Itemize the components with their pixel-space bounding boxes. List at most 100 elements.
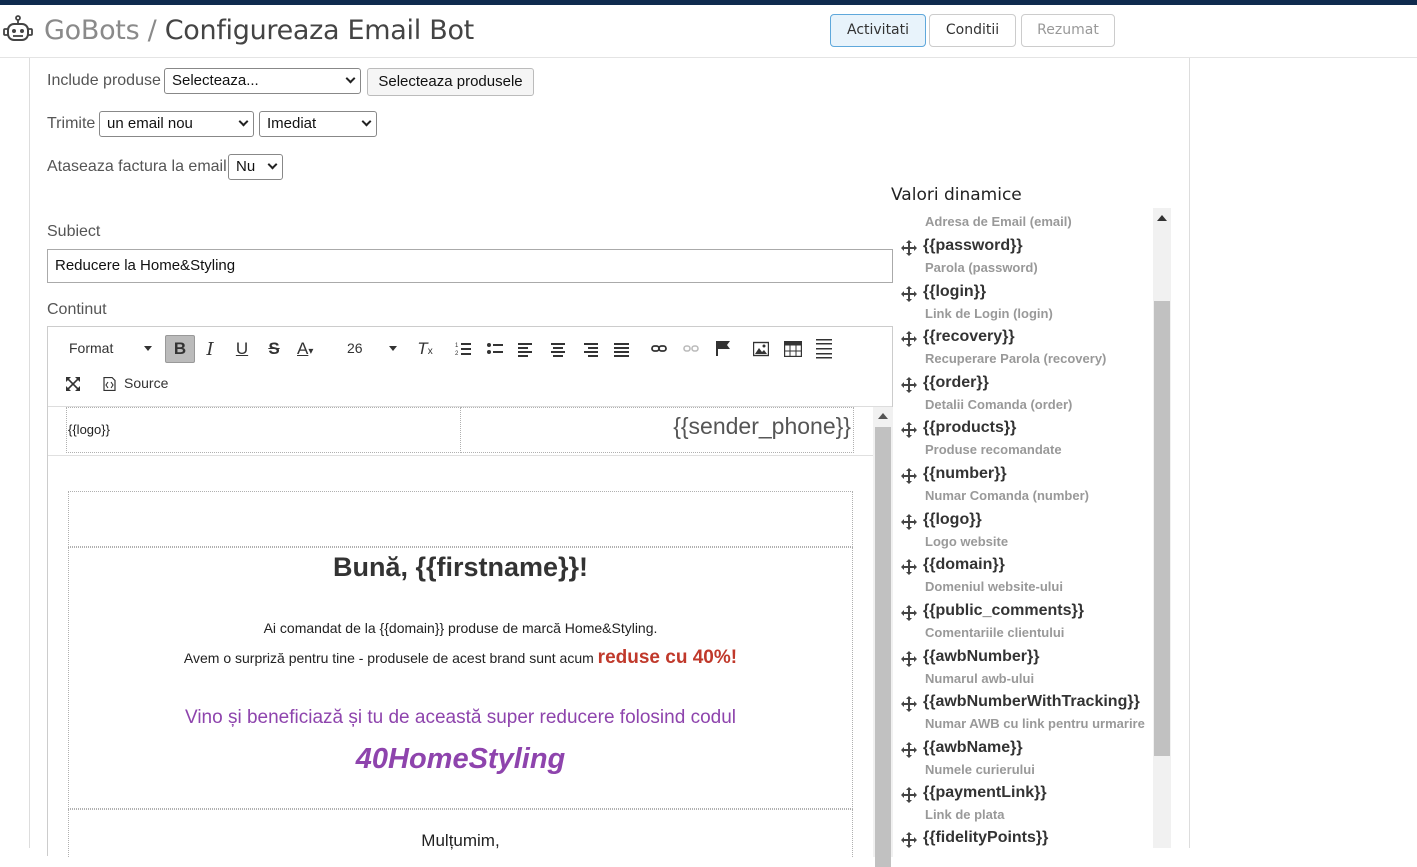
variable-item[interactable]: {{domain}} Domeniul website-ului xyxy=(901,556,1156,602)
numbered-list-icon[interactable]: 1 2 xyxy=(455,341,471,357)
variable-description: Logo website xyxy=(925,534,1009,549)
send-type-select[interactable]: un email nou xyxy=(99,111,254,137)
tab-conditii[interactable]: Conditii xyxy=(929,14,1016,47)
cta-line: Vino și beneficiază și tu de această sup… xyxy=(185,707,736,728)
invoice-value: Nu xyxy=(236,158,256,175)
editor-document[interactable]: {{logo}} {{sender_phone}} Bună, {{firstn… xyxy=(48,407,873,857)
variable-item[interactable]: {{fidelityPoints}} xyxy=(901,829,1156,848)
variable-item[interactable]: {{logo}} Logo website xyxy=(901,511,1156,557)
thanks-text: Mulțumim, xyxy=(421,831,500,850)
move-icon[interactable] xyxy=(901,696,917,712)
variable-description: Numar Comanda (number) xyxy=(925,488,1089,503)
content-label: Continut xyxy=(47,301,107,318)
invoice-select[interactable]: Nu xyxy=(228,154,283,180)
move-icon[interactable] xyxy=(901,286,917,302)
strikethrough-button[interactable]: S xyxy=(264,339,284,359)
move-icon[interactable] xyxy=(901,605,917,621)
select-products-button[interactable]: Selecteaza produsele xyxy=(367,68,534,96)
chevron-down-icon xyxy=(361,116,372,127)
text-color-button[interactable]: A▾ xyxy=(297,339,325,359)
variable-description: Parola (password) xyxy=(925,260,1038,275)
variable-item[interactable]: {{recovery}} Recuperare Parola (recovery) xyxy=(901,328,1156,374)
dynamic-values-title: Valori dinamice xyxy=(891,185,1022,205)
move-icon[interactable] xyxy=(901,559,917,575)
variable-item[interactable]: {{awbNumberWithTracking}} Numar AWB cu li… xyxy=(901,693,1156,739)
maximize-icon[interactable] xyxy=(65,376,81,392)
include-products-select[interactable]: Selecteaza... xyxy=(164,68,361,94)
variable-description: Adresa de Email (email) xyxy=(925,214,1072,229)
chevron-down-icon xyxy=(238,116,249,127)
move-icon[interactable] xyxy=(901,787,917,803)
variable-item[interactable]: {{number}} Numar Comanda (number) xyxy=(901,465,1156,511)
variable-description: Link de Login (login) xyxy=(925,306,1053,321)
align-left-icon[interactable] xyxy=(518,341,534,357)
timing-select[interactable]: Imediat xyxy=(259,111,377,137)
unlink-icon[interactable] xyxy=(683,342,699,356)
robot-logo-icon xyxy=(3,15,33,41)
variable-item[interactable]: {{password}} Parola (password) xyxy=(901,237,1156,283)
scroll-up-icon[interactable] xyxy=(878,413,888,419)
brand-name[interactable]: GoBots xyxy=(44,15,140,46)
scroll-up-icon[interactable] xyxy=(1157,215,1167,221)
variable-description: Numar AWB cu link pentru urmarire xyxy=(925,716,1145,731)
move-icon[interactable] xyxy=(901,651,917,667)
app-header: GoBots / Configureaza Email Bot Activita… xyxy=(0,5,1417,58)
remove-format-icon[interactable]: Tx xyxy=(416,339,434,359)
move-icon[interactable] xyxy=(901,331,917,347)
variable-description: Domeniul website-ului xyxy=(925,579,1063,594)
chevron-down-icon xyxy=(267,159,278,170)
dynamic-values-panel: Adresa de Email (email) {{password}} Paro… xyxy=(891,208,1171,848)
editor-scrollbar-thumb[interactable] xyxy=(875,427,891,867)
variable-item[interactable]: {{awbNumber}} Numarul awb-ului xyxy=(901,648,1156,694)
variable-item[interactable]: {{login}} Link de Login (login) xyxy=(901,283,1156,329)
message-line-2: Avem o surpriză pentru tine - produsele … xyxy=(68,647,853,669)
italic-button[interactable]: I xyxy=(200,339,220,360)
variable-description: Comentariile clientului xyxy=(925,625,1065,640)
page-break-icon[interactable] xyxy=(816,339,832,359)
move-icon[interactable] xyxy=(901,422,917,438)
tab-activitati[interactable]: Activitati xyxy=(830,14,926,47)
image-icon[interactable] xyxy=(753,341,769,357)
variable-tag: {{password}} xyxy=(923,237,1023,254)
tab-rezumat[interactable]: Rezumat xyxy=(1021,14,1115,47)
variable-item[interactable]: {{public_comments}} Comentariile clientul… xyxy=(901,602,1156,648)
discount-highlight: reduse cu 40%! xyxy=(597,647,738,668)
align-center-icon[interactable] xyxy=(550,341,566,357)
rich-text-editor: Format B I U S A▾ 26 Tx 1 2 Source {{log… xyxy=(47,326,893,867)
sender-phone-placeholder: {{sender_phone}} xyxy=(673,413,851,439)
bulleted-list-icon[interactable] xyxy=(487,341,503,357)
link-icon[interactable] xyxy=(651,342,667,356)
message-line-2-text: Avem o surpriză pentru tine - produsele … xyxy=(183,650,594,666)
move-icon[interactable] xyxy=(901,832,917,848)
panel-scrollbar-thumb[interactable] xyxy=(1154,301,1170,756)
move-icon[interactable] xyxy=(901,377,917,393)
underline-button[interactable]: U xyxy=(232,339,252,359)
variable-item[interactable]: {{products}} Produse recomandate xyxy=(901,419,1156,465)
bold-button[interactable]: B xyxy=(165,335,195,363)
variable-tag: {{public_comments}} xyxy=(923,602,1084,619)
variable-tag: {{logo}} xyxy=(923,511,982,528)
variable-description: Numele curierului xyxy=(925,762,1035,777)
variable-tag: {{awbNumber}} xyxy=(923,648,1040,665)
editor-scrollbar[interactable] xyxy=(873,407,893,867)
justify-icon[interactable] xyxy=(614,341,630,357)
move-icon[interactable] xyxy=(901,468,917,484)
move-icon[interactable] xyxy=(901,514,917,530)
variable-tag: {{recovery}} xyxy=(923,328,1015,345)
variable-tag: {{number}} xyxy=(923,465,1007,482)
move-icon[interactable] xyxy=(901,742,917,758)
variable-item[interactable]: {{paymentLink}} Link de plata xyxy=(901,784,1156,830)
subject-input[interactable]: Reducere la Home&Styling xyxy=(47,249,893,283)
move-icon[interactable] xyxy=(901,240,917,256)
chevron-down-icon xyxy=(389,346,397,351)
page-title: GoBots / Configureaza Email Bot xyxy=(44,15,474,46)
panel-scrollbar[interactable] xyxy=(1153,208,1171,848)
variable-item[interactable]: {{order}} Detalii Comanda (order) xyxy=(901,374,1156,420)
anchor-flag-icon[interactable] xyxy=(715,340,731,356)
align-right-icon[interactable] xyxy=(582,341,598,357)
include-products-value: Selecteaza... xyxy=(172,72,259,89)
table-icon[interactable] xyxy=(784,341,802,357)
variable-item[interactable]: {{awbName}} Numele curierului xyxy=(901,739,1156,785)
promo-code: 40HomeStyling xyxy=(355,743,566,775)
font-size-value: 26 xyxy=(347,340,363,356)
